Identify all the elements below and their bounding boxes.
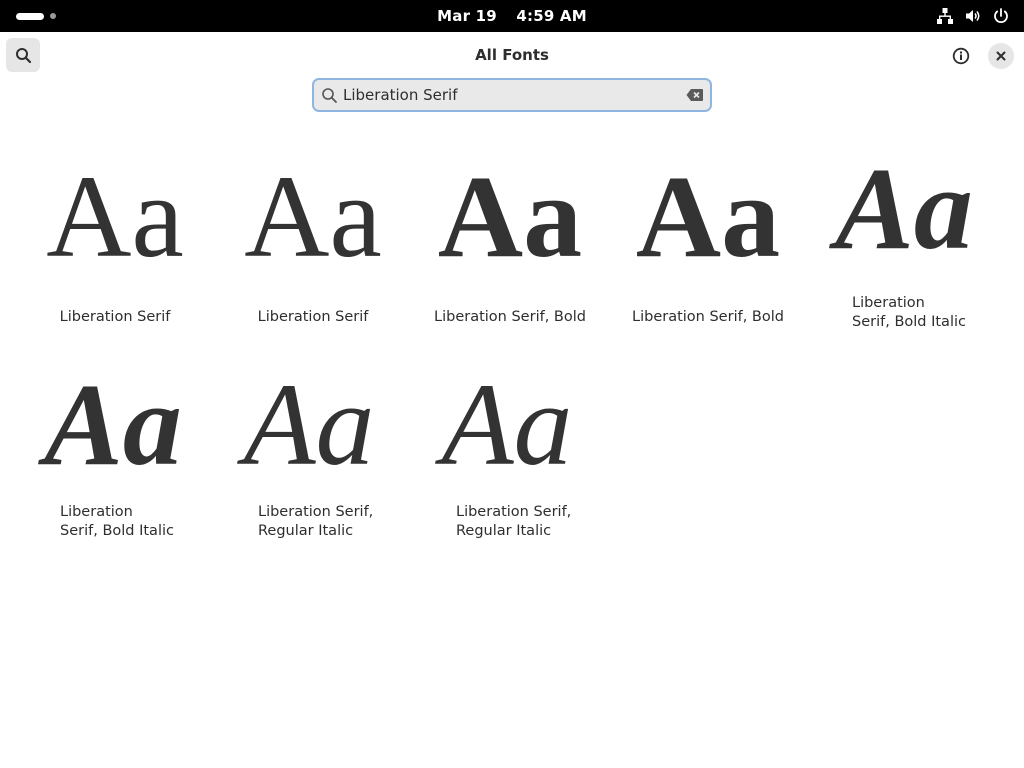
clock-button[interactable]: Mar 19 4:59 AM [0,7,1024,25]
search-entry[interactable] [312,78,712,112]
network-icon [937,8,953,24]
font-label: Liberation Serif [257,309,369,325]
font-tile[interactable]: Aa Liberation Serif, Bold [411,152,609,352]
search-input[interactable] [343,84,683,106]
font-label-line: Liberation Serif, [456,504,572,520]
font-label: Liberation Serif, Regular Italic [456,503,654,541]
font-sample: Aa [835,143,973,274]
font-label: Liberation Serif, Bold [434,309,586,325]
search-icon [322,88,337,103]
font-tile[interactable]: Aa Liberation Serif, Regular Italic [210,360,408,560]
font-label: Liberation Serif, Bold Italic [852,294,1024,332]
clock-time: 4:59 AM [516,7,587,25]
font-label-line: Liberation [852,295,925,311]
clear-search-icon[interactable] [686,88,704,102]
font-sample: Aa [635,151,781,282]
font-label: Liberation Serif, Bold [632,309,784,325]
system-top-bar: Mar 19 4:59 AM [0,0,1024,32]
font-label: Liberation Serif [59,309,171,325]
font-sample: Aa [243,359,375,490]
font-tile[interactable]: Aa Liberation Serif, Bold [609,152,807,352]
font-sample: Aa [44,359,182,490]
page-title: All Fonts [475,46,549,64]
font-tile[interactable]: Aa Liberation Serif, Bold Italic [805,144,1003,352]
info-button[interactable] [946,41,976,71]
volume-icon [966,10,980,22]
header-bar: All Fonts [0,32,1024,78]
font-sample: Aa [46,151,184,282]
font-sample: Aa [441,359,573,490]
info-icon [952,47,970,65]
font-sample: Aa [437,151,583,282]
font-tile[interactable]: Aa Liberation Serif [214,152,412,352]
system-tray[interactable] [936,7,1010,25]
font-label-line: Regular Italic [456,523,552,539]
power-icon [994,8,1008,23]
close-button[interactable] [988,43,1014,69]
font-tile[interactable]: Aa Liberation Serif, Bold Italic [14,360,212,560]
font-tile[interactable]: Aa Liberation Serif [16,152,214,352]
close-icon [996,51,1006,61]
clock-date: Mar 19 [437,7,497,25]
font-label-line: Serif, Bold Italic [852,314,966,330]
font-sample: Aa [244,151,382,282]
font-tile[interactable]: Aa Liberation Serif, Regular Italic [408,360,606,560]
